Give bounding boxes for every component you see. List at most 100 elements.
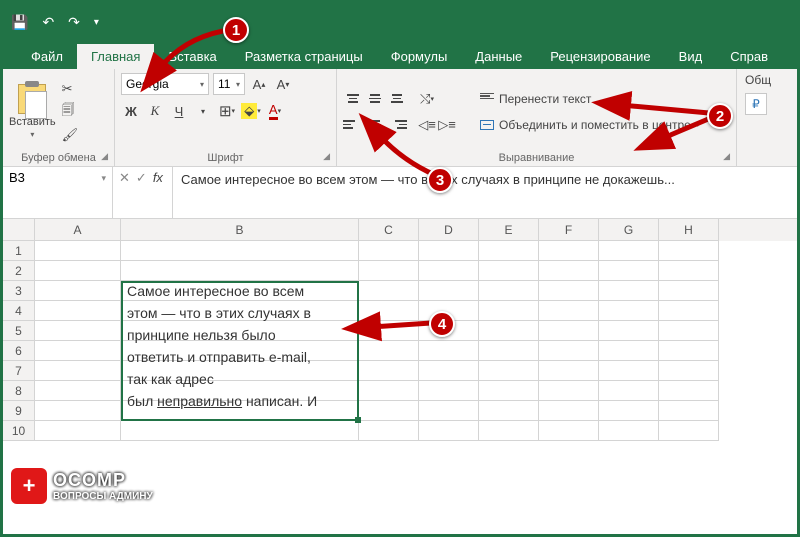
tab-formulas[interactable]: Формулы <box>377 44 462 69</box>
cell[interactable] <box>479 261 539 281</box>
cell[interactable] <box>35 421 121 441</box>
currency-icon[interactable]: ₽ <box>745 93 767 115</box>
font-dialog-launcher-icon[interactable]: ◢ <box>323 151 330 162</box>
tab-home[interactable]: Главная <box>77 44 154 69</box>
copy-icon[interactable]: 🗐 <box>62 101 79 123</box>
cell[interactable] <box>599 401 659 421</box>
cut-icon[interactable]: ✂ <box>62 81 79 97</box>
cell[interactable] <box>539 241 599 261</box>
cell[interactable] <box>599 321 659 341</box>
cell[interactable] <box>539 361 599 381</box>
cell[interactable] <box>419 401 479 421</box>
name-box[interactable]: B3▾ <box>3 167 113 218</box>
cell[interactable] <box>479 401 539 421</box>
tab-file[interactable]: Файл <box>17 44 77 69</box>
cell[interactable] <box>599 341 659 361</box>
cell[interactable] <box>659 341 719 361</box>
cell[interactable] <box>359 341 419 361</box>
cell[interactable] <box>479 321 539 341</box>
enter-formula-icon[interactable]: ✓ <box>136 170 147 186</box>
cell[interactable] <box>659 361 719 381</box>
cell[interactable] <box>359 261 419 281</box>
cell[interactable] <box>659 301 719 321</box>
cell[interactable] <box>479 361 539 381</box>
row-header[interactable]: 6 <box>3 341 35 361</box>
cell[interactable] <box>419 361 479 381</box>
cell[interactable] <box>479 381 539 401</box>
row-header[interactable]: 8 <box>3 381 35 401</box>
row-header[interactable]: 10 <box>3 421 35 441</box>
cell[interactable] <box>659 261 719 281</box>
cell[interactable] <box>419 241 479 261</box>
cell[interactable] <box>599 261 659 281</box>
cell[interactable] <box>419 381 479 401</box>
cell[interactable] <box>539 401 599 421</box>
formula-input[interactable]: Самое интересное во всем этом — что в эт… <box>173 167 797 218</box>
clipboard-dialog-launcher-icon[interactable]: ◢ <box>101 151 108 162</box>
row-header[interactable]: 2 <box>3 261 35 281</box>
increase-font-icon[interactable]: A▴ <box>249 74 269 94</box>
redo-icon[interactable]: ↷ <box>68 14 80 31</box>
save-icon[interactable]: 💾 <box>11 14 28 31</box>
tab-data[interactable]: Данные <box>461 44 536 69</box>
cell[interactable] <box>419 341 479 361</box>
cell[interactable] <box>121 421 359 441</box>
align-middle-icon[interactable] <box>365 89 385 109</box>
select-all-corner[interactable] <box>3 219 35 241</box>
cell[interactable] <box>539 421 599 441</box>
cell[interactable] <box>539 321 599 341</box>
cell[interactable] <box>35 341 121 361</box>
row-header[interactable]: 1 <box>3 241 35 261</box>
fx-icon[interactable]: fx <box>153 170 163 185</box>
qat-more-icon[interactable]: ▾ <box>94 17 99 28</box>
cell[interactable] <box>539 281 599 301</box>
cell[interactable] <box>35 381 121 401</box>
cell[interactable] <box>599 241 659 261</box>
bold-button[interactable]: Ж <box>121 101 141 121</box>
cell[interactable] <box>121 241 359 261</box>
cell[interactable] <box>599 421 659 441</box>
undo-icon[interactable]: ↶ <box>42 14 54 31</box>
cell[interactable] <box>35 281 121 301</box>
cell[interactable] <box>359 241 419 261</box>
cell[interactable] <box>35 241 121 261</box>
cell[interactable] <box>419 261 479 281</box>
font-color-icon[interactable]: A▾ <box>265 101 285 121</box>
cell[interactable] <box>479 281 539 301</box>
cell[interactable] <box>35 261 121 281</box>
cell[interactable] <box>479 301 539 321</box>
column-header-G[interactable]: G <box>599 219 659 241</box>
cell[interactable] <box>599 361 659 381</box>
cell[interactable] <box>599 301 659 321</box>
border-icon[interactable]: ⊞▾ <box>217 101 237 121</box>
cell[interactable] <box>121 261 359 281</box>
cell[interactable] <box>35 301 121 321</box>
cell[interactable] <box>35 361 121 381</box>
align-bottom-icon[interactable] <box>387 89 407 109</box>
cell[interactable] <box>659 401 719 421</box>
column-header-F[interactable]: F <box>539 219 599 241</box>
tab-page-layout[interactable]: Разметка страницы <box>231 44 377 69</box>
cell[interactable] <box>35 321 121 341</box>
align-top-icon[interactable] <box>343 89 363 109</box>
cell[interactable] <box>419 281 479 301</box>
format-painter-icon[interactable]: 🖌 <box>62 127 79 143</box>
column-header-D[interactable]: D <box>419 219 479 241</box>
orientation-icon[interactable]: ⤭▾ <box>417 89 437 109</box>
column-header-H[interactable]: H <box>659 219 719 241</box>
cell[interactable] <box>599 281 659 301</box>
cell[interactable] <box>479 421 539 441</box>
paste-button[interactable]: Вставить ▾ <box>9 84 56 139</box>
cell[interactable] <box>539 301 599 321</box>
cell[interactable] <box>479 241 539 261</box>
fill-color-icon[interactable]: ⬙▾ <box>241 101 261 121</box>
column-header-B[interactable]: B <box>121 219 359 241</box>
cell[interactable] <box>539 341 599 361</box>
cell[interactable] <box>479 341 539 361</box>
cell[interactable] <box>359 401 419 421</box>
cell[interactable] <box>659 321 719 341</box>
cell[interactable] <box>359 281 419 301</box>
cell[interactable] <box>359 421 419 441</box>
row-header[interactable]: 3 <box>3 281 35 301</box>
align-left-icon[interactable] <box>343 115 363 135</box>
